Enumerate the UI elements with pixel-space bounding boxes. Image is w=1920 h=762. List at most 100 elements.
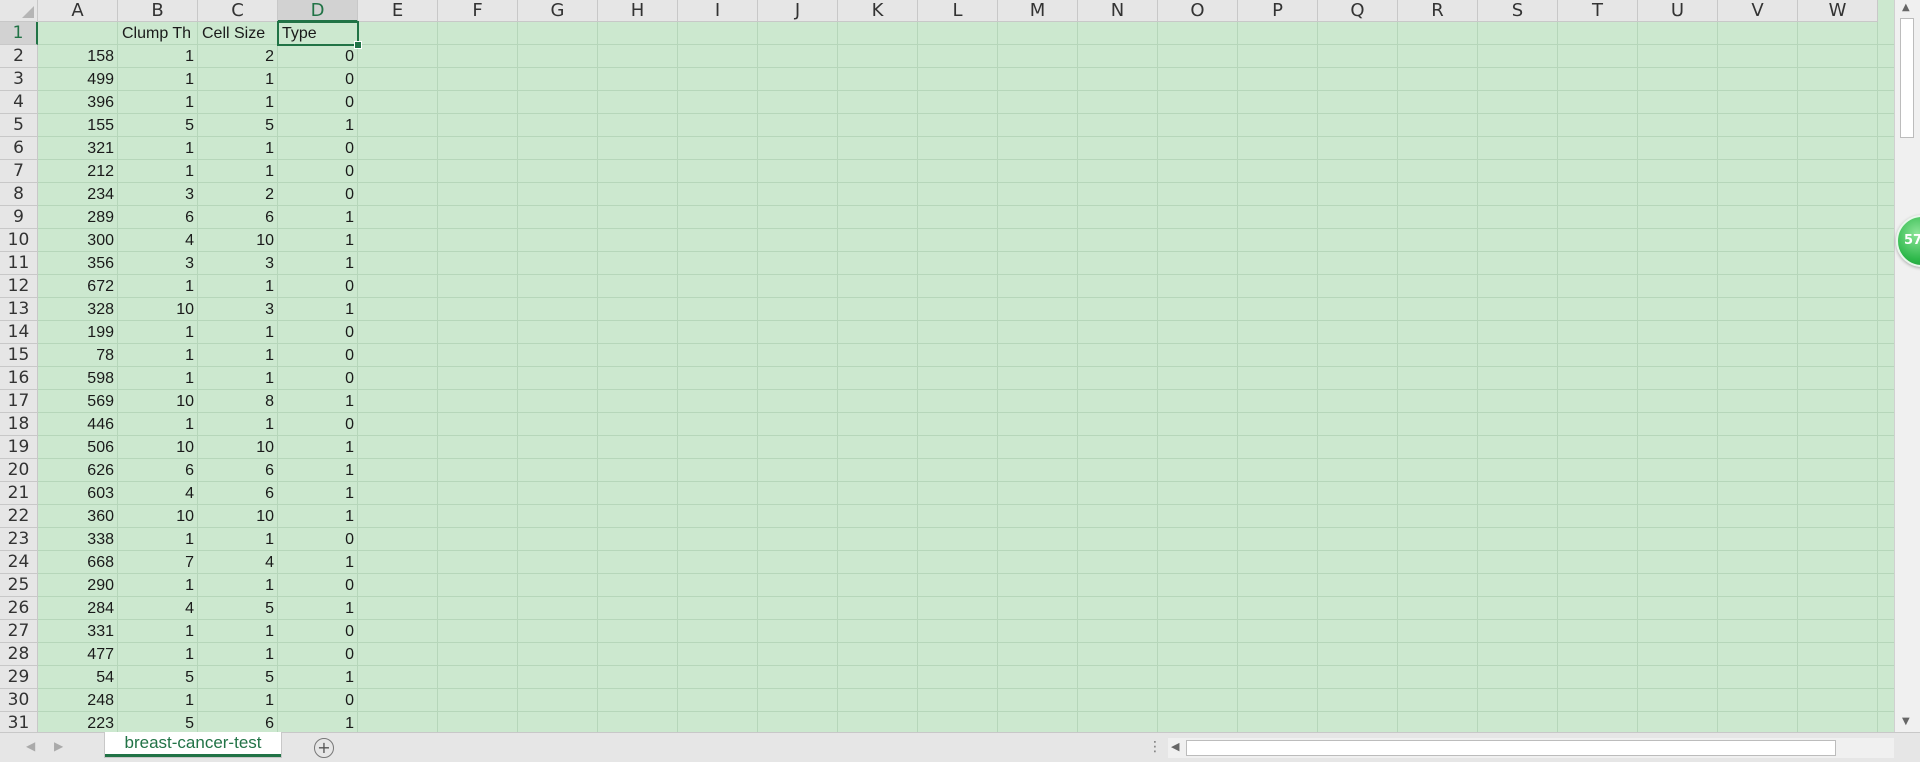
table-cell[interactable]: 1 [198, 68, 278, 91]
column-header-b[interactable]: B [118, 0, 198, 22]
table-cell[interactable]: 1 [198, 528, 278, 551]
fill-handle[interactable] [354, 41, 362, 49]
table-cell[interactable]: 10 [198, 505, 278, 528]
column-header-t[interactable]: T [1558, 0, 1638, 22]
table-cell[interactable]: 10 [198, 229, 278, 252]
table-cell[interactable]: 6 [198, 712, 278, 732]
row-header[interactable]: 9 [0, 206, 38, 229]
row-header[interactable]: 17 [0, 390, 38, 413]
table-cell[interactable]: 4 [118, 482, 198, 505]
table-cell[interactable]: 0 [278, 68, 358, 91]
table-cell[interactable]: 0 [278, 45, 358, 68]
vertical-scrollbar[interactable]: ▲ ▼ [1894, 0, 1920, 732]
table-cell[interactable]: 1 [118, 643, 198, 666]
row-header[interactable]: 28 [0, 643, 38, 666]
table-cell[interactable]: 0 [278, 413, 358, 436]
table-cell[interactable]: 1 [118, 413, 198, 436]
table-cell[interactable]: 1 [118, 160, 198, 183]
table-cell[interactable]: 1 [118, 367, 198, 390]
table-cell[interactable]: 356 [38, 252, 118, 275]
select-all-corner[interactable] [0, 0, 38, 22]
table-cell[interactable]: 1 [198, 643, 278, 666]
column-header-a[interactable]: A [38, 0, 118, 22]
column-header-e[interactable]: E [358, 0, 438, 22]
table-cell[interactable]: 1 [198, 344, 278, 367]
table-cell[interactable]: 0 [278, 367, 358, 390]
table-cell[interactable]: 1 [118, 45, 198, 68]
table-cell[interactable]: 1 [118, 275, 198, 298]
table-cell[interactable]: 598 [38, 367, 118, 390]
row-header[interactable]: 15 [0, 344, 38, 367]
row-header[interactable]: 5 [0, 114, 38, 137]
table-cell[interactable]: 6 [118, 206, 198, 229]
row-header[interactable]: 1 [0, 22, 38, 45]
table-cell[interactable]: 4 [118, 229, 198, 252]
table-cell[interactable]: 2 [198, 183, 278, 206]
row-header[interactable]: 23 [0, 528, 38, 551]
next-sheet-icon[interactable]: ▶ [54, 739, 63, 753]
table-cell[interactable]: 1 [198, 574, 278, 597]
table-cell[interactable]: 10 [118, 436, 198, 459]
row-header[interactable]: 13 [0, 298, 38, 321]
table-cell[interactable]: 10 [198, 436, 278, 459]
table-cell[interactable]: 321 [38, 137, 118, 160]
table-cell[interactable]: 3 [118, 183, 198, 206]
table-cell[interactable]: 1 [198, 160, 278, 183]
table-cell[interactable]: 0 [278, 137, 358, 160]
table-cell[interactable]: 248 [38, 689, 118, 712]
column-header-d[interactable]: D [278, 0, 358, 22]
sheet-tab-breast-cancer-test[interactable]: breast-cancer-test [104, 732, 282, 758]
table-cell[interactable]: 54 [38, 666, 118, 689]
table-cell[interactable]: 199 [38, 321, 118, 344]
table-cell[interactable]: 1 [278, 551, 358, 574]
table-cell[interactable]: 5 [118, 712, 198, 732]
column-header-i[interactable]: I [678, 0, 758, 22]
header-cell-a[interactable] [38, 22, 118, 45]
table-cell[interactable]: 1 [198, 91, 278, 114]
table-cell[interactable]: 396 [38, 91, 118, 114]
table-cell[interactable]: 1 [118, 137, 198, 160]
table-cell[interactable]: 10 [118, 390, 198, 413]
scroll-down-icon[interactable]: ▼ [1902, 716, 1910, 727]
row-header[interactable]: 21 [0, 482, 38, 505]
table-cell[interactable]: 1 [118, 620, 198, 643]
row-header[interactable]: 10 [0, 229, 38, 252]
column-header-l[interactable]: L [918, 0, 998, 22]
table-cell[interactable]: 1 [278, 597, 358, 620]
table-cell[interactable]: 1 [118, 68, 198, 91]
column-header-j[interactable]: J [758, 0, 838, 22]
table-cell[interactable]: 1 [278, 712, 358, 732]
row-header[interactable]: 18 [0, 413, 38, 436]
table-cell[interactable]: 8 [198, 390, 278, 413]
table-cell[interactable]: 1 [278, 436, 358, 459]
table-cell[interactable]: 668 [38, 551, 118, 574]
tab-splitter-icon[interactable]: ⋮ [1148, 739, 1162, 755]
vertical-scroll-thumb[interactable] [1900, 18, 1914, 138]
column-header-r[interactable]: R [1398, 0, 1478, 22]
table-cell[interactable]: 672 [38, 275, 118, 298]
table-cell[interactable]: 1 [278, 459, 358, 482]
table-cell[interactable]: 328 [38, 298, 118, 321]
header-cell-c[interactable]: Cell Size [198, 22, 278, 45]
row-header[interactable]: 30 [0, 689, 38, 712]
row-header[interactable]: 31 [0, 712, 38, 732]
table-cell[interactable]: 1 [198, 413, 278, 436]
table-cell[interactable]: 5 [198, 597, 278, 620]
table-cell[interactable]: 1 [198, 689, 278, 712]
table-cell[interactable]: 290 [38, 574, 118, 597]
table-cell[interactable]: 6 [198, 482, 278, 505]
row-header[interactable]: 27 [0, 620, 38, 643]
row-header[interactable]: 20 [0, 459, 38, 482]
row-header[interactable]: 24 [0, 551, 38, 574]
table-cell[interactable]: 1 [118, 528, 198, 551]
table-cell[interactable]: 4 [118, 597, 198, 620]
table-cell[interactable]: 10 [118, 298, 198, 321]
row-header[interactable]: 8 [0, 183, 38, 206]
table-cell[interactable]: 1 [278, 666, 358, 689]
table-cell[interactable]: 1 [118, 344, 198, 367]
column-header-h[interactable]: H [598, 0, 678, 22]
table-cell[interactable]: 7 [118, 551, 198, 574]
table-cell[interactable]: 1 [278, 390, 358, 413]
row-header[interactable]: 2 [0, 45, 38, 68]
row-header[interactable]: 4 [0, 91, 38, 114]
